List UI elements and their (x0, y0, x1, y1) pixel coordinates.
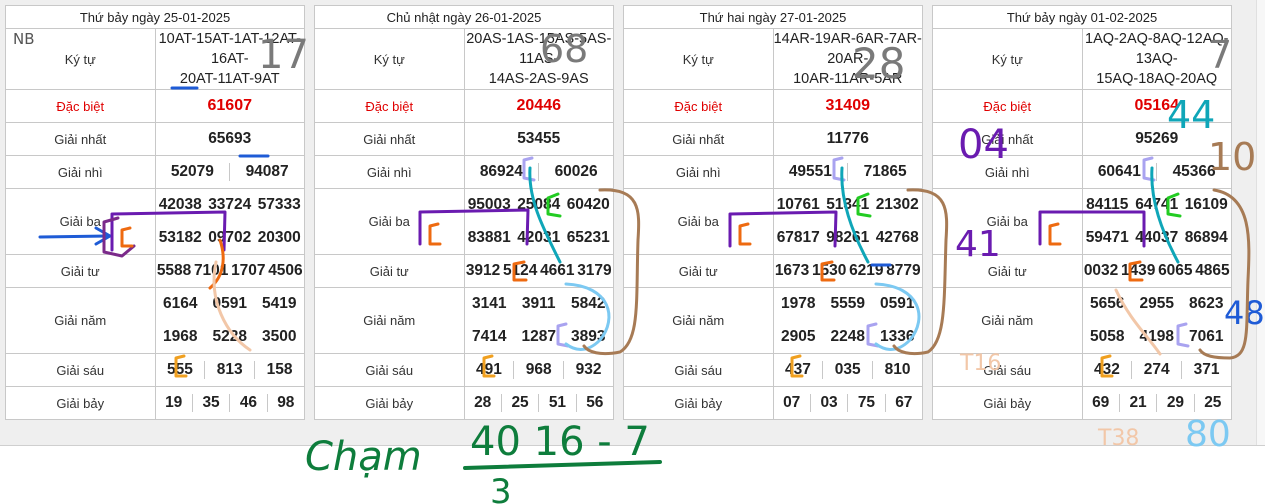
label-kytu: Ký tự (314, 28, 465, 90)
prize-g4: 1673 1530 6219 8779 (772, 254, 923, 288)
kytu-value: 10AT-15AT-1AT-12AT-16AT- 20AT-11AT-9AT (154, 28, 305, 90)
prize-g5: 5656 2955 8623 5058 4198 7061 (1081, 287, 1232, 354)
label-db: Đặc biệt (623, 89, 774, 123)
label-g2: Giải nhì (5, 155, 156, 189)
label-g6: Giải sáu (623, 353, 774, 387)
label-g5: Giải năm (5, 287, 156, 354)
label-kytu: Ký tự (623, 28, 774, 90)
label-db: Đặc biệt (314, 89, 465, 123)
label-db: Đặc biệt (5, 89, 156, 123)
prize-db: 05164 (1081, 89, 1232, 123)
label-g7: Giải bảy (5, 386, 156, 420)
label-g5: Giải năm (314, 287, 465, 354)
label-db: Đặc biệt (932, 89, 1083, 123)
label-g3: Giải ba (623, 188, 774, 255)
prize-g7: 28 25 51 56 (463, 386, 614, 420)
label-g6: Giải sáu (314, 353, 465, 387)
prize-g6: 437 035 810 (772, 353, 923, 387)
prize-g7: 07 03 75 67 (772, 386, 923, 420)
note-denom: 3 (490, 472, 512, 504)
prize-g5: 1978 5559 0591 2905 2248 1336 (772, 287, 923, 354)
result-table-2: Chủ nhật ngày 26-01-2025 Ký tự 20AS-1AS-… (314, 5, 614, 420)
prize-g3: 84115 64741 16109 59471 44037 86894 (1081, 188, 1232, 255)
prize-g2: 60641 45366 (1081, 155, 1232, 189)
prize-g4: 3912 5124 4661 3179 (463, 254, 614, 288)
prize-g5: 6164 0591 5419 1968 5228 3500 (154, 287, 305, 354)
prize-g1: 53455 (463, 122, 614, 156)
label-g4: Giải tư (623, 254, 774, 288)
prize-g3: 42038 33724 57333 53182 09702 20300 (154, 188, 305, 255)
label-g1: Giải nhất (932, 122, 1083, 156)
table-date: Thứ bảy ngày 25-01-2025 (5, 5, 305, 29)
prize-g1: 65693 (154, 122, 305, 156)
prize-g1: 95269 (1081, 122, 1232, 156)
prize-g6: 432 274 371 (1081, 353, 1232, 387)
prize-g4: 0032 1439 6065 4865 (1081, 254, 1232, 288)
label-g3: Giải ba (5, 188, 156, 255)
prize-db: 20446 (463, 89, 614, 123)
prize-g2: 49551 71865 (772, 155, 923, 189)
table-date: Chủ nhật ngày 26-01-2025 (314, 5, 614, 29)
prize-g5: 3141 3911 5842 7414 1287 3893 (463, 287, 614, 354)
prize-db: 31409 (772, 89, 923, 123)
label-kytu: Ký tự (932, 28, 1083, 90)
label-g3: Giải ba (314, 188, 465, 255)
prize-g7: 69 21 29 25 (1081, 386, 1232, 420)
kytu-value: 1AQ-2AQ-8AQ-12AQ-13AQ- 15AQ-18AQ-20AQ (1081, 28, 1232, 90)
label-g1: Giải nhất (5, 122, 156, 156)
scrollbar[interactable] (1256, 0, 1265, 445)
table-date: Thứ hai ngày 27-01-2025 (623, 5, 923, 29)
label-g7: Giải bảy (932, 386, 1083, 420)
label-g3: Giải ba (932, 188, 1083, 255)
label-g5: Giải năm (623, 287, 774, 354)
label-g6: Giải sáu (5, 353, 156, 387)
label-g4: Giải tư (932, 254, 1083, 288)
result-table-1: Thứ bảy ngày 25-01-2025 Ký tự 10AT-15AT-… (5, 5, 305, 420)
prize-g6: 491 968 932 (463, 353, 614, 387)
prize-g1: 11776 (772, 122, 923, 156)
prize-g4: 5588 7101 1707 4506 (154, 254, 305, 288)
label-g4: Giải tư (5, 254, 156, 288)
label-g2: Giải nhì (314, 155, 465, 189)
label-g2: Giải nhì (623, 155, 774, 189)
label-g6: Giải sáu (932, 353, 1083, 387)
prize-g3: 10761 51341 21302 67817 98261 42768 (772, 188, 923, 255)
label-kytu: Ký tự (5, 28, 156, 90)
prize-g6: 555 813 158 (154, 353, 305, 387)
prize-g3: 95003 25084 60420 83881 42031 65231 (463, 188, 614, 255)
prize-db: 61607 (154, 89, 305, 123)
kytu-value: 20AS-1AS-15AS-5AS-11AS- 14AS-2AS-9AS (463, 28, 614, 90)
fraction-line (463, 460, 662, 470)
result-table-4: Thứ bảy ngày 01-02-2025 Ký tự 1AQ-2AQ-8A… (932, 5, 1232, 420)
prize-g2: 86924 60026 (463, 155, 614, 189)
result-table-3: Thứ hai ngày 27-01-2025 Ký tự 14AR-19AR-… (623, 5, 923, 420)
label-g7: Giải bảy (623, 386, 774, 420)
label-g2: Giải nhì (932, 155, 1083, 189)
prize-g2: 52079 94087 (154, 155, 305, 189)
label-g4: Giải tư (314, 254, 465, 288)
kytu-value: 14AR-19AR-6AR-7AR-20AR- 10AR-11AR-5AR (772, 28, 923, 90)
label-g1: Giải nhất (314, 122, 465, 156)
label-g1: Giải nhất (623, 122, 774, 156)
label-g5: Giải năm (932, 287, 1083, 354)
table-date: Thứ bảy ngày 01-02-2025 (932, 5, 1232, 29)
label-g7: Giải bảy (314, 386, 465, 420)
prize-g7: 19 35 46 98 (154, 386, 305, 420)
